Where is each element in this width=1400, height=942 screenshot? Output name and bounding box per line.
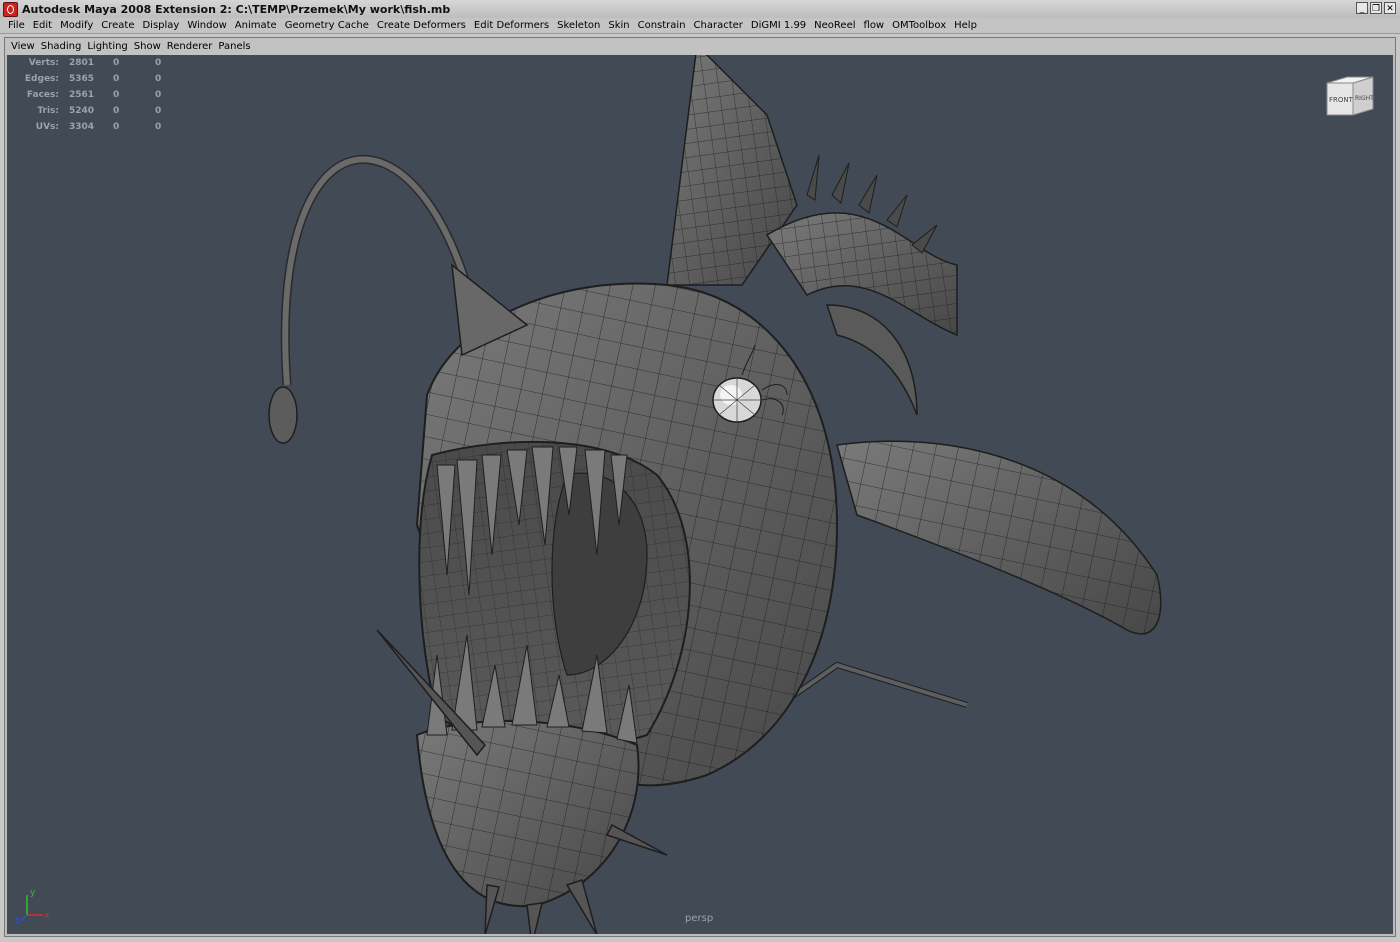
menu-edit-deformers[interactable]: Edit Deformers xyxy=(470,20,553,31)
perspective-viewport[interactable]: Verts: 2801 0 0 Edges: 5365 0 0 Faces: 2… xyxy=(7,55,1393,934)
hud-selected: 0 xyxy=(113,122,120,132)
panel-menu-shading[interactable]: Shading xyxy=(38,41,85,52)
hud-selected: 0 xyxy=(113,90,120,100)
hud-total: 2561 xyxy=(69,90,95,100)
menu-window[interactable]: Window xyxy=(183,20,230,31)
maya-app-icon[interactable] xyxy=(3,1,18,17)
side-hook-fin xyxy=(825,304,918,416)
minimize-icon[interactable]: _ xyxy=(1356,2,1368,14)
restore-icon[interactable]: ❐ xyxy=(1370,2,1382,14)
hud-selected-uv: 0 xyxy=(155,122,162,132)
menu-omtoolbox[interactable]: OMToolbox xyxy=(888,20,950,31)
hud-selected-uv: 0 xyxy=(155,58,162,68)
hud-selected-uv: 0 xyxy=(155,90,162,100)
hud-selected-uv: 0 xyxy=(155,74,162,84)
axis-x-label: x xyxy=(44,911,50,921)
lure-bulb xyxy=(268,386,298,444)
panel-menubar: View Shading Lighting Show Renderer Pane… xyxy=(5,38,1395,55)
hud-row-edges: Edges: 5365 0 0 xyxy=(17,71,197,87)
hud-label: Tris: xyxy=(37,106,59,116)
window-controls: _ ❐ ✕ xyxy=(1356,2,1396,14)
menu-animate[interactable]: Animate xyxy=(231,20,281,31)
hud-label: Faces: xyxy=(26,90,59,100)
menu-skeleton[interactable]: Skeleton xyxy=(553,20,604,31)
menu-skin[interactable]: Skin xyxy=(604,20,633,31)
hud-total: 5240 xyxy=(69,106,95,116)
view-cube-front[interactable]: FRONT xyxy=(1329,96,1354,104)
anglerfish-model xyxy=(268,55,1162,934)
main-menubar: File Edit Modify Create Display Window A… xyxy=(0,18,1400,34)
view-cube-right[interactable]: RIGHT xyxy=(1355,95,1374,102)
menu-modify[interactable]: Modify xyxy=(56,20,97,31)
hud-selected-uv: 0 xyxy=(155,106,162,116)
panel-menu-lighting[interactable]: Lighting xyxy=(84,41,130,52)
panel-menu-panels[interactable]: Panels xyxy=(215,41,253,52)
menu-geometry-cache[interactable]: Geometry Cache xyxy=(281,20,373,31)
menu-constrain[interactable]: Constrain xyxy=(634,20,690,31)
hud-row-verts: Verts: 2801 0 0 xyxy=(17,55,197,71)
hud-label: Verts: xyxy=(28,58,59,68)
close-icon[interactable]: ✕ xyxy=(1384,2,1396,14)
hud-selected: 0 xyxy=(113,74,120,84)
model-panel: View Shading Lighting Show Renderer Pane… xyxy=(4,37,1396,937)
view-cube[interactable]: FRONT RIGHT xyxy=(1325,75,1377,119)
hud-total: 2801 xyxy=(69,58,95,68)
poly-count-hud: Verts: 2801 0 0 Edges: 5365 0 0 Faces: 2… xyxy=(17,55,197,135)
menu-create[interactable]: Create xyxy=(97,20,138,31)
menu-display[interactable]: Display xyxy=(138,20,183,31)
hud-total: 5365 xyxy=(69,74,95,84)
menu-character[interactable]: Character xyxy=(690,20,747,31)
hud-row-uvs: UVs: 3304 0 0 xyxy=(17,119,197,135)
menu-create-deformers[interactable]: Create Deformers xyxy=(373,20,470,31)
hud-label: UVs: xyxy=(35,122,59,132)
hud-total: 3304 xyxy=(69,122,95,132)
window-title: Autodesk Maya 2008 Extension 2: C:\TEMP\… xyxy=(22,2,451,16)
hud-selected: 0 xyxy=(113,58,120,68)
hud-selected: 0 xyxy=(113,106,120,116)
menu-file[interactable]: File xyxy=(4,20,29,31)
hud-row-faces: Faces: 2561 0 0 xyxy=(17,87,197,103)
camera-name-label: persp xyxy=(685,913,714,924)
menu-digmi[interactable]: DiGMI 1.99 xyxy=(747,20,810,31)
menu-help[interactable]: Help xyxy=(950,20,981,31)
panel-menu-show[interactable]: Show xyxy=(131,41,164,52)
axis-gizmo: y x z xyxy=(15,888,50,925)
menu-flow[interactable]: flow xyxy=(860,20,889,31)
axis-y-label: y xyxy=(30,888,36,898)
menu-edit[interactable]: Edit xyxy=(29,20,56,31)
hud-label: Edges: xyxy=(24,74,59,84)
title-bar: Autodesk Maya 2008 Extension 2: C:\TEMP\… xyxy=(0,0,1400,19)
menu-neoreel[interactable]: NeoReel xyxy=(810,20,859,31)
axis-z-label: z xyxy=(15,916,20,925)
hud-row-tris: Tris: 5240 0 0 xyxy=(17,103,197,119)
panel-menu-renderer[interactable]: Renderer xyxy=(164,41,216,52)
panel-menu-view[interactable]: View xyxy=(8,41,38,52)
